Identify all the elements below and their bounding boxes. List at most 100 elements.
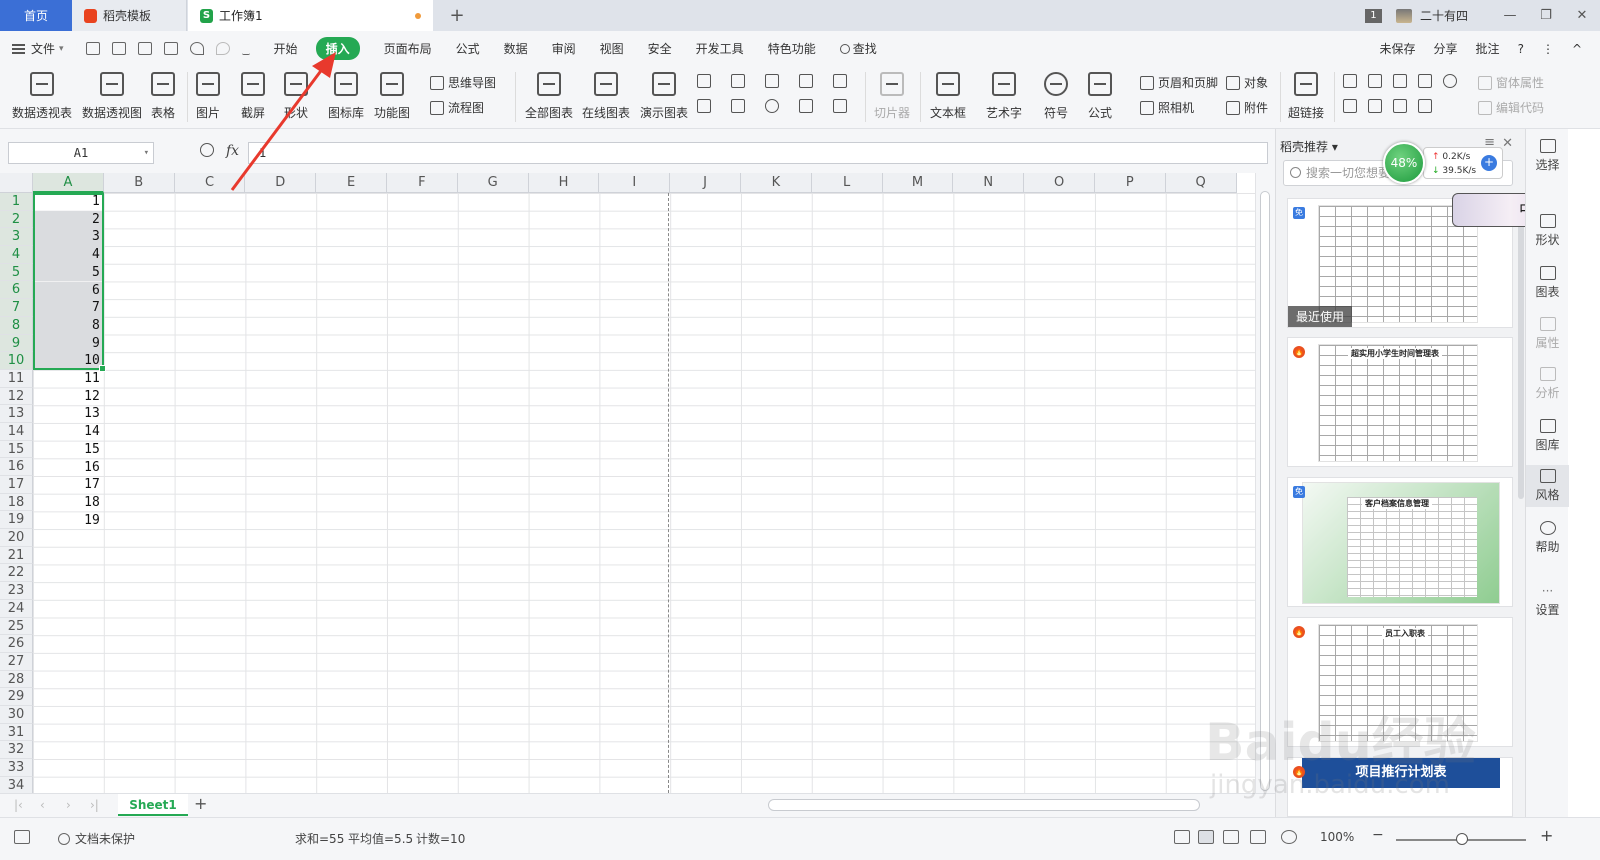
cell[interactable]: 4: [33, 246, 104, 264]
minimize-button[interactable]: —: [1492, 8, 1528, 23]
row-header[interactable]: 20: [0, 529, 33, 547]
screenshot-button[interactable]: 截屏: [241, 66, 265, 121]
network-speed-widget[interactable]: ↑ 0.2K/s ↓ 39.5K/s 48% +: [1383, 142, 1505, 184]
redo-icon[interactable]: [215, 42, 230, 55]
horizontal-scrollbar[interactable]: [768, 799, 1200, 811]
user-account[interactable]: 二十有四: [1395, 7, 1468, 24]
row-header[interactable]: 27: [0, 652, 33, 671]
column-header[interactable]: B: [103, 173, 175, 193]
sidebar-item-shapes[interactable]: 形状: [1526, 214, 1569, 248]
shapes-button[interactable]: 形状: [284, 66, 308, 121]
page-break-view-icon[interactable]: [1223, 830, 1239, 844]
undo-icon[interactable]: [189, 42, 204, 55]
more-button[interactable]: ⋮: [1542, 42, 1554, 56]
sidebar-item-style[interactable]: 风格: [1526, 465, 1569, 507]
menu-tab-data[interactable]: 数据: [504, 40, 528, 57]
mindmap-button[interactable]: 思维导图: [430, 74, 496, 91]
cell[interactable]: 11: [33, 370, 104, 388]
column-header[interactable]: L: [811, 173, 883, 193]
row-header[interactable]: 10: [0, 352, 33, 370]
row-header[interactable]: 7: [0, 299, 33, 317]
window-count-badge[interactable]: 1: [1364, 8, 1382, 23]
file-menu[interactable]: 文件 ▾: [12, 40, 64, 57]
online-chart-button[interactable]: 在线图表: [582, 66, 630, 121]
cell[interactable]: 2: [33, 210, 104, 229]
sidebar-item-select[interactable]: 选择: [1526, 139, 1569, 173]
row-header[interactable]: 1: [0, 193, 33, 211]
sidebar-item-analysis[interactable]: 分析: [1526, 367, 1569, 401]
row-header[interactable]: 16: [0, 458, 33, 476]
zoom-out-button[interactable]: −: [1372, 827, 1384, 843]
edit-code-button[interactable]: 编辑代码: [1478, 99, 1544, 116]
row-header[interactable]: 31: [0, 723, 33, 742]
header-footer-button[interactable]: 页眉和页脚: [1140, 74, 1218, 91]
cell[interactable]: 16: [33, 459, 104, 477]
unsaved-status[interactable]: 未保存: [1380, 40, 1416, 57]
attachment-button[interactable]: 附件: [1226, 99, 1268, 116]
combo-chart-button[interactable]: [833, 74, 851, 88]
row-header[interactable]: 24: [0, 599, 33, 618]
sheet-tab[interactable]: Sheet1: [118, 794, 188, 816]
menu-tab-view[interactable]: 视图: [600, 40, 624, 57]
fullscreen-icon[interactable]: [1174, 830, 1190, 844]
new-tab-button[interactable]: +: [445, 0, 469, 31]
chevron-down-icon[interactable]: ▾: [144, 143, 149, 163]
first-sheet-icon[interactable]: |‹: [14, 798, 23, 812]
menu-tab-page-layout[interactable]: 页面布局: [384, 40, 432, 57]
row-header[interactable]: 8: [0, 316, 33, 335]
template-card[interactable]: 超实用小学生时间管理表 🔥: [1287, 337, 1513, 467]
equation-button[interactable]: 公式: [1088, 66, 1112, 121]
cell[interactable]: 5: [33, 263, 104, 282]
icon-library-button[interactable]: 图标库: [328, 66, 364, 121]
cell[interactable]: 10: [33, 352, 104, 370]
line-chart-button[interactable]: [765, 74, 783, 88]
sidebar-item-help[interactable]: 帮助: [1526, 521, 1569, 555]
all-charts-button[interactable]: 全部图表: [525, 66, 573, 121]
column-header[interactable]: J: [670, 173, 741, 193]
column-header[interactable]: Q: [1165, 173, 1237, 193]
row-header[interactable]: 32: [0, 741, 33, 759]
radar-chart-button[interactable]: [799, 74, 817, 88]
pivot-table-button[interactable]: 数据透视表: [12, 66, 72, 121]
cell[interactable]: 15: [33, 441, 104, 459]
scroll-thumb[interactable]: [1260, 191, 1270, 791]
row-header[interactable]: 13: [0, 405, 33, 423]
cell[interactable]: 18: [33, 494, 104, 512]
row-header[interactable]: 2: [0, 210, 33, 229]
spreadsheet-grid[interactable]: ABCDEFGHIJKLMNOPQ 1 2 3 4 5 6 7 8 9 10 11 12 13 14 15 1…: [0, 173, 1255, 793]
menu-tab-review[interactable]: 审阅: [552, 40, 576, 57]
vertical-scrollbar[interactable]: [1255, 173, 1275, 793]
form-list-button[interactable]: [1343, 99, 1361, 113]
sidebar-item-chart[interactable]: 图表: [1526, 266, 1569, 300]
menu-tab-formulas[interactable]: 公式: [456, 40, 480, 57]
close-button[interactable]: ✕: [1564, 8, 1600, 23]
normal-view-icon[interactable]: [1198, 830, 1214, 844]
demo-chart-button[interactable]: 演示图表: [640, 66, 688, 121]
row-header[interactable]: 34: [0, 776, 33, 793]
menu-tab-home[interactable]: 开始: [274, 40, 298, 57]
column-header[interactable]: I: [599, 173, 671, 193]
template-card[interactable]: 客户档案信息管理 免: [1287, 477, 1513, 607]
comment-button[interactable]: 批注: [1476, 40, 1500, 57]
form-scroll-button[interactable]: [1418, 99, 1436, 113]
form-spin-button[interactable]: [1393, 99, 1411, 113]
textbox-button[interactable]: 文本框: [930, 66, 966, 121]
row-header[interactable]: 23: [0, 582, 33, 600]
tab-template[interactable]: 稻壳模板: [72, 0, 187, 31]
row-header[interactable]: 28: [0, 670, 33, 689]
print-preview-icon[interactable]: [163, 42, 178, 55]
select-all-corner[interactable]: [0, 173, 33, 193]
row-header[interactable]: 19: [0, 511, 33, 530]
collapse-ribbon-button[interactable]: ^: [1572, 42, 1582, 56]
form-combo-button[interactable]: [1368, 99, 1386, 113]
bar-chart-button[interactable]: [731, 74, 749, 88]
column-header[interactable]: G: [457, 173, 529, 193]
bubble-chart-button[interactable]: [833, 99, 851, 113]
memory-ball[interactable]: 48%: [1383, 142, 1425, 184]
row-header[interactable]: 22: [0, 564, 33, 583]
customize-toolbar-icon[interactable]: [241, 42, 250, 55]
row-header[interactable]: 3: [0, 228, 33, 247]
slicer-button[interactable]: 切片器: [874, 66, 910, 121]
menu-tab-insert[interactable]: 插入: [315, 37, 360, 60]
save-icon[interactable]: [85, 42, 100, 55]
